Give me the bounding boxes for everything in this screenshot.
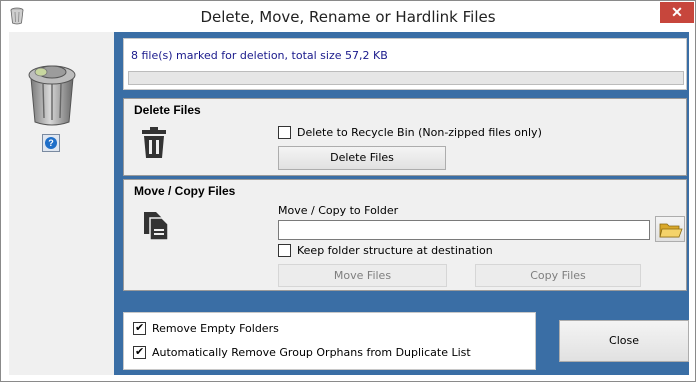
recycle-bin-label: Delete to Recycle Bin (Non-zipped files …	[297, 126, 542, 139]
status-message: 8 file(s) marked for deletion, total siz…	[131, 49, 388, 62]
move-files-button[interactable]: Move Files	[278, 264, 447, 287]
remove-orphans-label: Automatically Remove Group Orphans from …	[152, 346, 471, 359]
recycle-bin-checkbox[interactable]	[278, 126, 291, 139]
keep-structure-label: Keep folder structure at destination	[297, 244, 493, 257]
folder-open-icon	[659, 221, 683, 242]
delete-files-title: Delete Files	[134, 103, 201, 117]
title-bar[interactable]: Delete, Move, Rename or Hardlink Files ✕	[1, 1, 695, 32]
help-glyph: ?	[45, 137, 57, 149]
move-copy-files-group: Move / Copy Files Move / Copy to Folder	[123, 179, 687, 291]
folder-path-input[interactable]	[278, 220, 650, 240]
delete-files-group: Delete Files Delete to Recycle Bin (Non-…	[123, 98, 687, 176]
main-window: Delete, Move, Rename or Hardlink Files ✕	[0, 0, 696, 382]
window-title: Delete, Move, Rename or Hardlink Files	[200, 8, 496, 26]
delete-bin-icon	[140, 127, 168, 159]
left-panel: ?	[9, 32, 107, 375]
client-area: ? 8 file(s) marked for deletion, total s…	[9, 32, 689, 375]
browse-folder-button[interactable]	[655, 216, 685, 242]
progress-bar	[128, 71, 684, 85]
delete-files-button[interactable]: Delete Files	[278, 146, 446, 170]
folder-label: Move / Copy to Folder	[278, 204, 399, 217]
close-button[interactable]: Close	[559, 320, 689, 362]
trash-can-icon	[23, 58, 81, 128]
status-panel: 8 file(s) marked for deletion, total siz…	[123, 38, 687, 90]
remove-empty-folders-checkbox[interactable]	[133, 321, 146, 335]
options-panel: Remove Empty Folders Automatically Remov…	[123, 312, 536, 370]
remove-empty-folders-label: Remove Empty Folders	[152, 322, 279, 335]
keep-structure-checkbox[interactable]	[278, 244, 291, 257]
move-copy-title: Move / Copy Files	[134, 184, 236, 198]
copy-files-icon	[142, 210, 174, 244]
window-close-button[interactable]: ✕	[660, 2, 694, 23]
help-icon[interactable]: ?	[42, 134, 60, 152]
copy-files-button[interactable]: Copy Files	[475, 264, 641, 287]
remove-orphans-checkbox[interactable]	[133, 345, 146, 359]
